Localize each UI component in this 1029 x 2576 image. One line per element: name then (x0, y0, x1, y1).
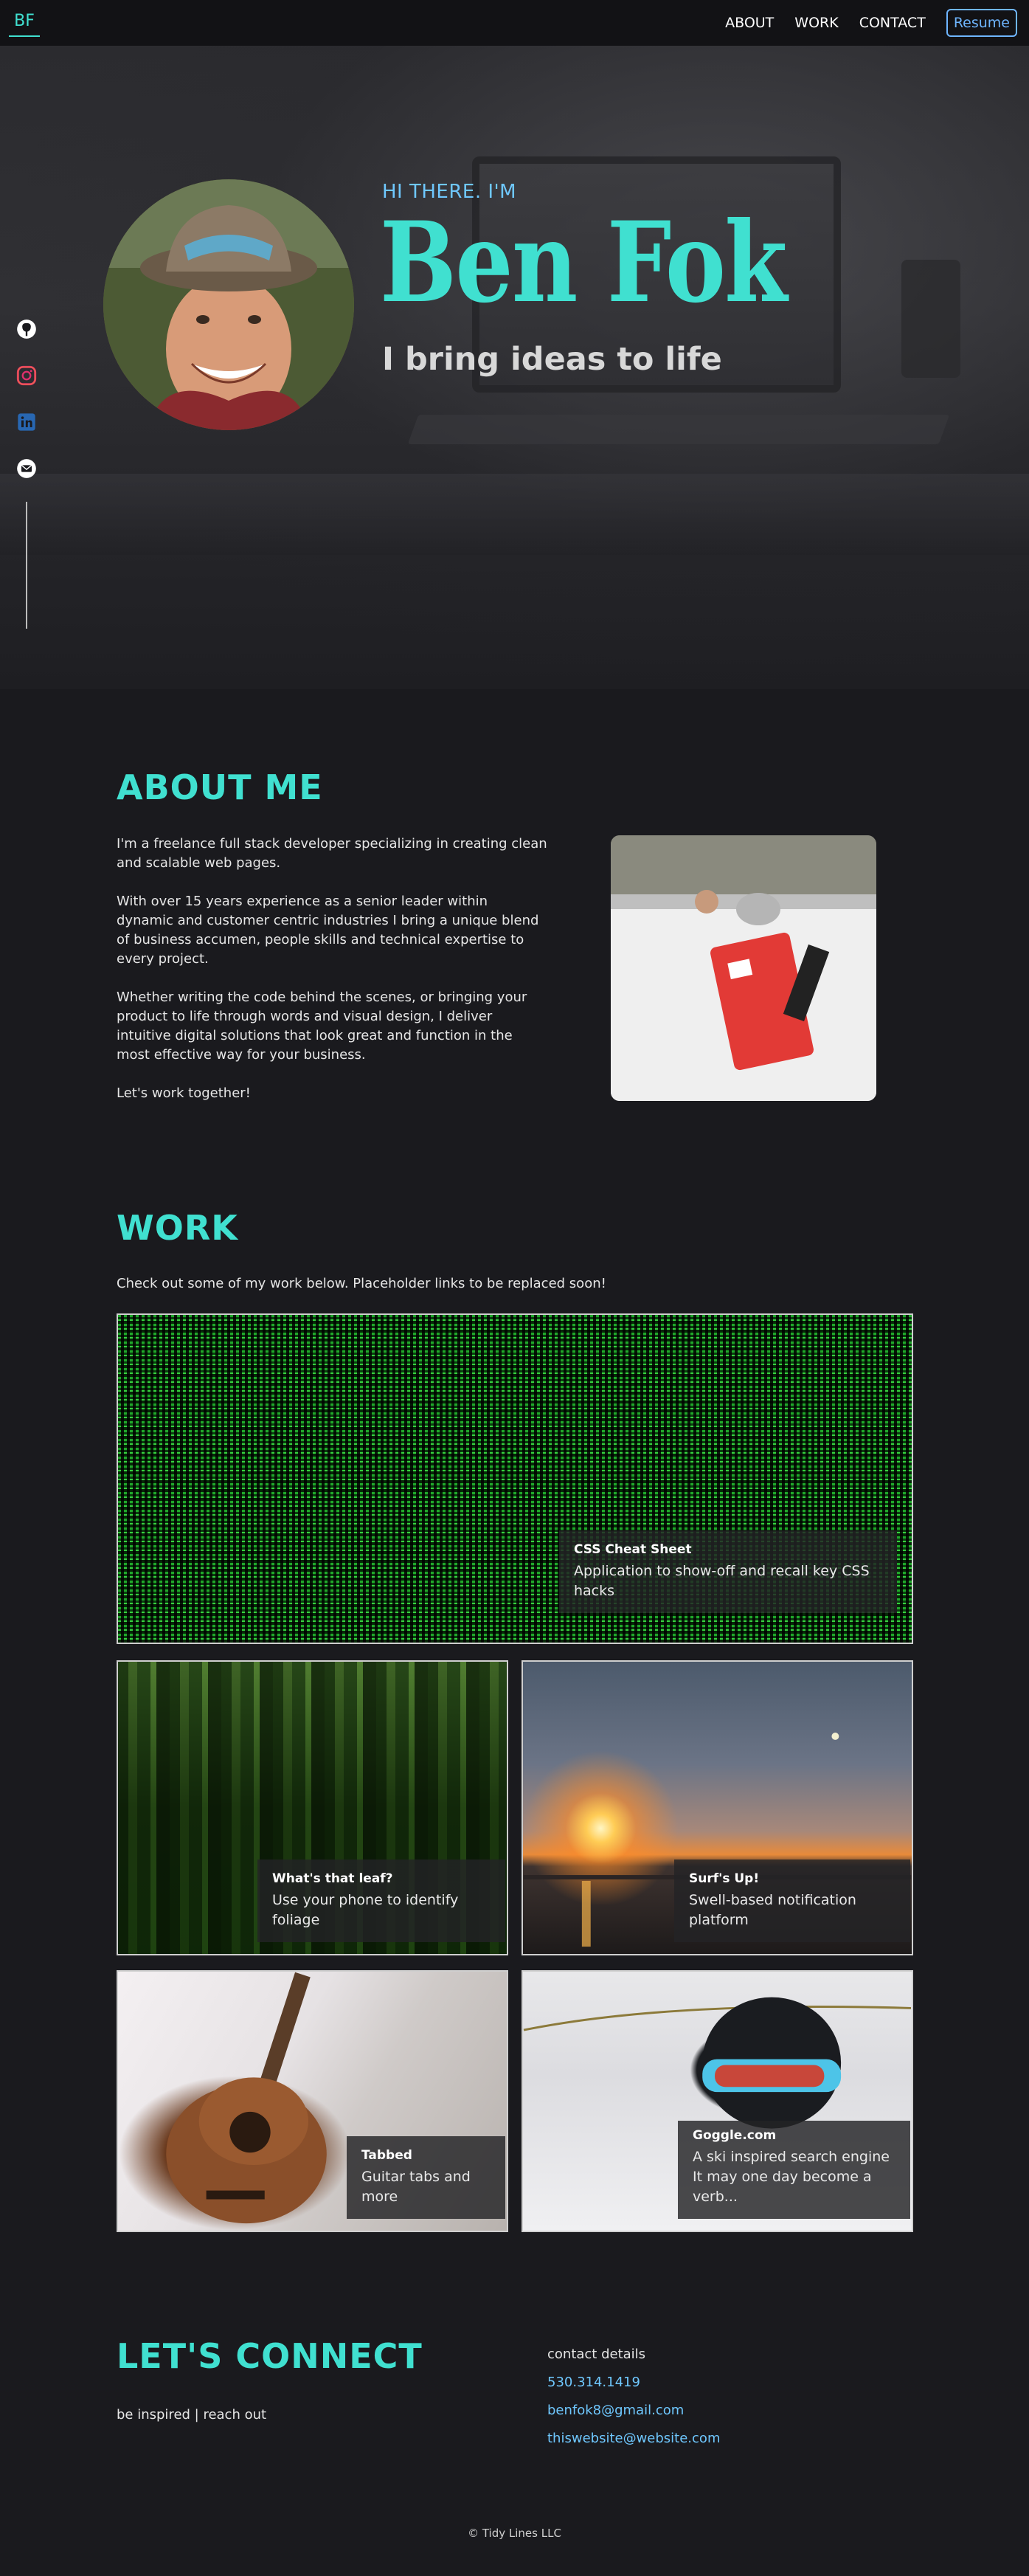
project-description-line2: It may one day become a verb... (693, 2169, 872, 2205)
github-icon (17, 320, 36, 339)
project-caption: CSS Cheat Sheet Application to show-off … (559, 1530, 897, 1613)
github-link[interactable] (13, 316, 40, 342)
instagram-icon (16, 365, 37, 386)
project-card-goggle[interactable]: Goggle.com A ski inspired search engine … (522, 1970, 913, 2232)
avatar (103, 179, 354, 430)
about-text: I'm a freelance full stack developer spe… (117, 835, 548, 1122)
work-title: WORK (117, 1208, 238, 1248)
project-caption: Surf's Up! Swell-based notification plat… (674, 1860, 910, 1942)
hero-background-plant (901, 260, 960, 378)
resume-button[interactable]: Resume (946, 9, 1017, 37)
contact-details: contact details 530.314.1419 benfok8@gma… (547, 2341, 720, 2453)
linkedin-icon (18, 413, 35, 431)
project-description: Use your phone to identify foliage (272, 1892, 459, 1928)
nav-link-work[interactable]: WORK (794, 15, 838, 31)
project-description: Application to show-off and recall key C… (574, 1563, 870, 1599)
work-intro: Check out some of my work below. Placeho… (117, 1276, 606, 1291)
about-paragraph: Let's work together! (117, 1085, 251, 1101)
about-title: ABOUT ME (117, 767, 323, 807)
website-link[interactable]: thiswebsite@website.com (547, 2425, 720, 2453)
phone-link[interactable]: 530.314.1419 (547, 2369, 720, 2397)
connect-title: LET'S CONNECT (117, 2336, 423, 2376)
logo[interactable]: BF (9, 6, 40, 37)
project-title: CSS Cheat Sheet (574, 1542, 692, 1557)
nav-link-about[interactable]: ABOUT (725, 15, 774, 31)
project-title: Tabbed (361, 2148, 412, 2163)
project-title: Goggle.com (693, 2128, 777, 2143)
project-card-tabbed[interactable]: Tabbed Guitar tabs and more (117, 1970, 508, 2232)
project-description: Swell-based notification platform (689, 1892, 856, 1928)
about-paragraph: Whether writing the code behind the scen… (117, 990, 527, 1063)
contact-details-label: contact details (547, 2347, 646, 2362)
project-description: Guitar tabs and more (361, 2169, 471, 2205)
nav-link-contact[interactable]: CONTACT (859, 15, 926, 31)
about-paragraph: I'm a freelance full stack developer spe… (117, 836, 547, 871)
social-sidebar (13, 316, 40, 502)
project-card-css-cheat-sheet[interactable]: CSS Cheat Sheet Application to show-off … (117, 1313, 913, 1644)
hero-background-desk (0, 474, 1029, 555)
nav-links: ABOUT WORK CONTACT Resume (725, 0, 1017, 46)
instagram-link[interactable] (13, 362, 40, 389)
footer-copyright: © Tidy Lines LLC (468, 2527, 561, 2540)
hero-background-keyboard (407, 415, 950, 444)
email-link[interactable] (13, 455, 40, 482)
project-card-surfs-up[interactable]: Surf's Up! Swell-based notification plat… (522, 1660, 913, 1955)
project-caption: Goggle.com A ski inspired search engine … (678, 2121, 910, 2219)
project-title: Surf's Up! (689, 1871, 760, 1886)
email-address-link[interactable]: benfok8@gmail.com (547, 2397, 720, 2425)
top-navbar: BF ABOUT WORK CONTACT Resume (0, 0, 1029, 46)
social-divider-line (26, 502, 27, 629)
project-description: A ski inspired search engine (693, 2149, 890, 2165)
linkedin-link[interactable] (13, 409, 40, 435)
project-caption: Tabbed Guitar tabs and more (347, 2136, 505, 2219)
email-icon (17, 459, 36, 478)
avatar-portrait (103, 179, 354, 430)
connect-subtitle: be inspired | reach out (117, 2407, 267, 2423)
project-caption: What's that leaf? Use your phone to iden… (257, 1860, 505, 1942)
hero-name: Ben Fok (380, 198, 788, 328)
about-paragraph: With over 15 years experience as a senio… (117, 894, 539, 967)
about-photo-image (611, 835, 876, 1101)
project-title: What's that leaf? (272, 1871, 393, 1886)
hero-tagline: I bring ideas to life (382, 341, 722, 378)
about-photo (611, 835, 876, 1101)
project-card-whats-that-leaf[interactable]: What's that leaf? Use your phone to iden… (117, 1660, 508, 1955)
